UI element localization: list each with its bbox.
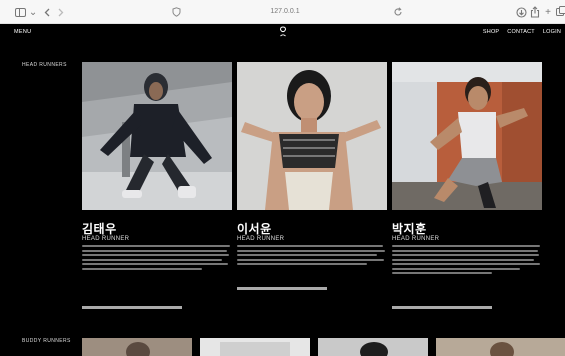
tabs-icon <box>556 6 565 16</box>
runner-name: 이서윤 <box>237 222 272 236</box>
runner-name: 박지훈 <box>392 222 427 236</box>
reload-button[interactable] <box>392 6 404 18</box>
runner-photo[interactable] <box>82 62 232 210</box>
menu-link[interactable]: MENU <box>14 29 31 35</box>
forward-button[interactable] <box>56 6 66 18</box>
runner-bio <box>237 245 387 268</box>
address-bar[interactable]: 127.0.0.1 <box>210 5 360 19</box>
chevron-down-icon[interactable]: ⌄ <box>29 6 37 18</box>
plus-icon: + <box>545 6 551 18</box>
runner-meta <box>237 287 327 290</box>
chevron-right-icon <box>58 8 64 16</box>
section-title-head-runners: HEAD RUNNERS <box>22 62 67 68</box>
runner-bio <box>82 245 232 272</box>
top-nav: SHOP CONTACT LOGIN <box>483 29 561 35</box>
tab-overview-button[interactable] <box>555 6 565 18</box>
runner-bio <box>392 245 542 277</box>
page: ⌄ 127.0.0.1 + MENU SHOP CONTACT LOGIN HE… <box>0 0 565 356</box>
section-title-buddy-runners: BUDDY RUNNERS <box>22 338 71 344</box>
runner-name: 김태우 <box>82 222 117 236</box>
buddy-runner-photo[interactable] <box>82 338 192 356</box>
shop-link[interactable]: SHOP <box>483 29 499 35</box>
share-button[interactable] <box>529 6 541 18</box>
runner-role: HEAD RUNNER <box>237 236 285 242</box>
runner-role: HEAD RUNNER <box>82 236 130 242</box>
browser-toolbar: ⌄ 127.0.0.1 + <box>0 0 565 24</box>
runner-role: HEAD RUNNER <box>392 236 440 242</box>
downloads-button[interactable] <box>515 6 527 18</box>
reload-icon <box>394 7 402 16</box>
login-link[interactable]: LOGIN <box>543 29 561 35</box>
privacy-report-button[interactable] <box>170 6 182 18</box>
back-button[interactable] <box>42 6 52 18</box>
chevron-left-icon <box>44 8 50 16</box>
new-tab-button[interactable]: + <box>543 6 553 18</box>
runner-photo[interactable] <box>392 62 542 210</box>
runner-meta <box>392 306 492 309</box>
contact-link[interactable]: CONTACT <box>507 29 535 35</box>
share-icon <box>530 6 540 18</box>
buddy-runner-photo[interactable] <box>436 338 565 356</box>
shield-icon <box>172 7 180 17</box>
download-icon <box>515 6 527 18</box>
brand-logo[interactable] <box>279 26 287 37</box>
runner-meta <box>82 306 182 309</box>
website: MENU SHOP CONTACT LOGIN HEAD RUNNERS 김태우… <box>0 24 565 356</box>
buddy-runner-photo[interactable] <box>200 338 310 356</box>
sidebar-icon <box>14 7 26 17</box>
buddy-runner-photo[interactable] <box>318 338 428 356</box>
sidebar-toggle-button[interactable] <box>12 6 28 18</box>
runner-photo[interactable] <box>237 62 387 210</box>
